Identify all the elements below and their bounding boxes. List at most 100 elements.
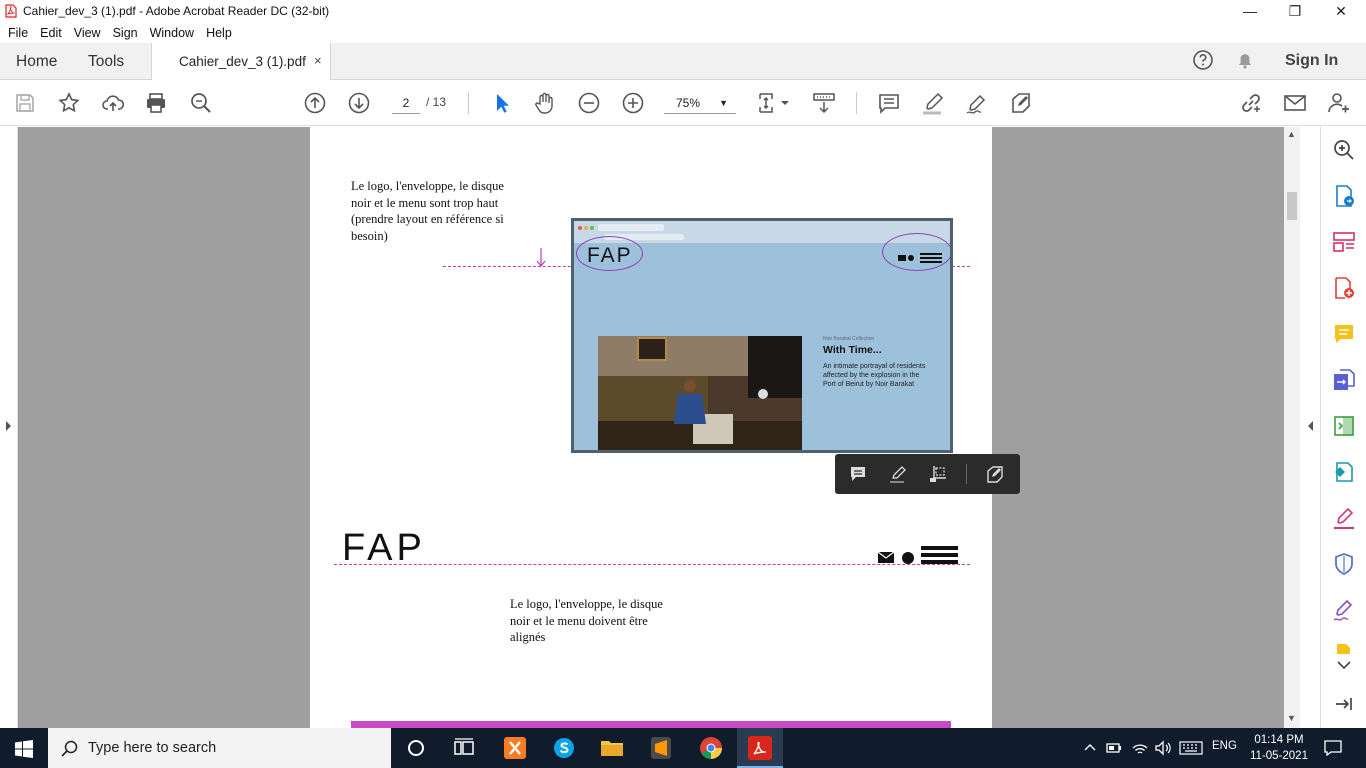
sublime-text-icon[interactable] bbox=[649, 736, 673, 760]
search-placeholder: Type here to search bbox=[88, 740, 217, 756]
zoom-in-icon[interactable] bbox=[621, 91, 645, 115]
maximize-button[interactable]: ❐ bbox=[1272, 0, 1318, 22]
annotation-note-top: Le logo, l'enveloppe, le disque noir et … bbox=[351, 179, 504, 243]
keyboard-icon[interactable] bbox=[1179, 741, 1203, 755]
menu-file[interactable]: File bbox=[8, 26, 28, 40]
edit-tools-icon[interactable] bbox=[985, 464, 1005, 484]
combine-files-icon[interactable] bbox=[1332, 368, 1356, 392]
print-icon[interactable] bbox=[144, 91, 168, 115]
select-cursor-icon[interactable] bbox=[490, 91, 514, 115]
notification-center-icon[interactable] bbox=[1324, 740, 1342, 756]
toolbar-divider bbox=[856, 92, 857, 114]
taskbar-search-box[interactable]: Type here to search bbox=[48, 728, 391, 768]
skype-icon[interactable] bbox=[552, 736, 576, 760]
embedded-photo bbox=[598, 336, 802, 450]
previous-page-icon[interactable] bbox=[303, 91, 327, 115]
zoom-out-icon[interactable] bbox=[577, 91, 601, 115]
menu-edit[interactable]: Edit bbox=[40, 26, 62, 40]
left-panel-toggle[interactable] bbox=[0, 127, 18, 728]
xampp-icon[interactable] bbox=[503, 736, 527, 760]
windows-start-icon[interactable] bbox=[15, 740, 33, 758]
page-fit-icon[interactable] bbox=[757, 91, 791, 115]
scroll-up-arrow[interactable]: ▲ bbox=[1287, 129, 1296, 139]
fill-sign-icon[interactable] bbox=[1332, 506, 1356, 530]
search-icon bbox=[61, 740, 78, 757]
share-link-icon[interactable] bbox=[1239, 91, 1263, 115]
dashed-guide-line-bottom bbox=[334, 564, 970, 565]
comment-icon[interactable] bbox=[877, 91, 901, 115]
embedded-description: An intimate portrayal of residents affec… bbox=[823, 363, 926, 388]
windows-taskbar: Type here to search ENG 01:14 PM 11-05-2… bbox=[0, 728, 1366, 768]
right-panel-toggle[interactable] bbox=[1300, 127, 1320, 728]
request-signature-icon[interactable] bbox=[1332, 598, 1356, 622]
next-page-icon[interactable] bbox=[347, 91, 371, 115]
cortana-icon[interactable] bbox=[404, 736, 428, 760]
chevron-up-icon[interactable] bbox=[1084, 742, 1096, 752]
scrollbar-thumb[interactable] bbox=[1287, 192, 1297, 220]
menu-sign[interactable]: Sign bbox=[113, 26, 138, 40]
save-icon[interactable] bbox=[13, 91, 37, 115]
bookmark-star-icon[interactable] bbox=[57, 91, 81, 115]
minimize-button[interactable]: — bbox=[1227, 0, 1273, 22]
right-tools-panel bbox=[1320, 127, 1366, 728]
add-user-icon[interactable] bbox=[1327, 91, 1351, 115]
protect-shield-icon[interactable] bbox=[1332, 552, 1356, 576]
file-explorer-icon[interactable] bbox=[600, 736, 624, 760]
zoom-search-icon[interactable] bbox=[189, 91, 213, 115]
menu-help[interactable]: Help bbox=[206, 26, 232, 40]
highlight-pen-icon[interactable] bbox=[888, 464, 908, 484]
highlight-pen-icon[interactable] bbox=[921, 91, 945, 115]
embedded-website-screenshot: FAP Noir Barakat Collection With Time...… bbox=[571, 218, 953, 453]
taskbar-clock[interactable]: 01:14 PM 11-05-2021 bbox=[1250, 732, 1308, 764]
edit-tools-icon[interactable] bbox=[1009, 91, 1033, 115]
hand-tool-icon[interactable] bbox=[533, 91, 557, 115]
comment-icon[interactable] bbox=[848, 464, 868, 484]
snapshot-crop-icon[interactable] bbox=[928, 464, 948, 484]
comment-tool-icon[interactable] bbox=[1332, 322, 1356, 346]
chevron-down-icon[interactable] bbox=[1332, 658, 1356, 672]
upload-cloud-icon[interactable] bbox=[101, 91, 125, 115]
edit-pdf-icon[interactable] bbox=[1332, 460, 1356, 484]
volume-icon[interactable] bbox=[1154, 740, 1172, 756]
scroll-down-arrow[interactable]: ▼ bbox=[1287, 713, 1296, 723]
task-view-icon[interactable] bbox=[452, 736, 476, 760]
compress-pdf-icon[interactable] bbox=[1332, 414, 1356, 438]
nav-icons-large bbox=[877, 546, 958, 564]
tab-tools[interactable]: Tools bbox=[88, 53, 124, 71]
wifi-icon[interactable] bbox=[1131, 740, 1149, 756]
tab-home[interactable]: Home bbox=[16, 53, 57, 71]
tab-document[interactable]: Cahier_dev_3 (1).pdf × bbox=[151, 43, 331, 80]
clock-date: 11-05-2021 bbox=[1250, 750, 1308, 762]
chevron-right-icon bbox=[6, 421, 11, 431]
page-total: / 13 bbox=[426, 95, 447, 109]
annotation-oval-logo bbox=[576, 236, 643, 271]
tab-close-button[interactable]: × bbox=[314, 53, 322, 68]
menu-window[interactable]: Window bbox=[150, 26, 194, 40]
document-workspace[interactable]: Le logo, l'enveloppe, le disque noir et … bbox=[0, 127, 1320, 728]
language-indicator[interactable]: ENG bbox=[1212, 740, 1237, 752]
zoom-level-select[interactable]: 75% ▼ bbox=[664, 92, 736, 114]
zoom-search-icon[interactable] bbox=[1332, 138, 1356, 162]
scroll-mode-icon[interactable] bbox=[812, 91, 836, 115]
collapse-panel-icon[interactable] bbox=[1332, 692, 1356, 716]
sign-in-button[interactable]: Sign In bbox=[1285, 52, 1338, 70]
vertical-scrollbar[interactable]: ▲ ▼ bbox=[1284, 127, 1300, 728]
more-tools-icon[interactable] bbox=[1332, 642, 1356, 654]
notification-bell-icon[interactable] bbox=[1234, 49, 1256, 71]
organize-pages-icon[interactable] bbox=[1332, 230, 1356, 254]
toolbar-divider bbox=[468, 92, 469, 114]
battery-icon[interactable] bbox=[1106, 741, 1122, 755]
page-number-input[interactable]: 2 bbox=[392, 92, 420, 114]
pink-section-bar bbox=[351, 721, 951, 728]
embedded-nav-icons bbox=[898, 253, 942, 263]
chrome-icon[interactable] bbox=[699, 736, 723, 760]
sign-pen-icon[interactable] bbox=[965, 91, 989, 115]
taskbar-acrobat-active[interactable] bbox=[737, 728, 783, 768]
embedded-headline: With Time... bbox=[823, 344, 882, 356]
help-icon[interactable] bbox=[1192, 49, 1214, 71]
export-pdf-icon[interactable] bbox=[1332, 276, 1356, 300]
menu-view[interactable]: View bbox=[74, 26, 101, 40]
close-window-button[interactable]: ✕ bbox=[1318, 0, 1364, 22]
email-icon[interactable] bbox=[1283, 91, 1307, 115]
create-pdf-icon[interactable] bbox=[1332, 184, 1356, 208]
